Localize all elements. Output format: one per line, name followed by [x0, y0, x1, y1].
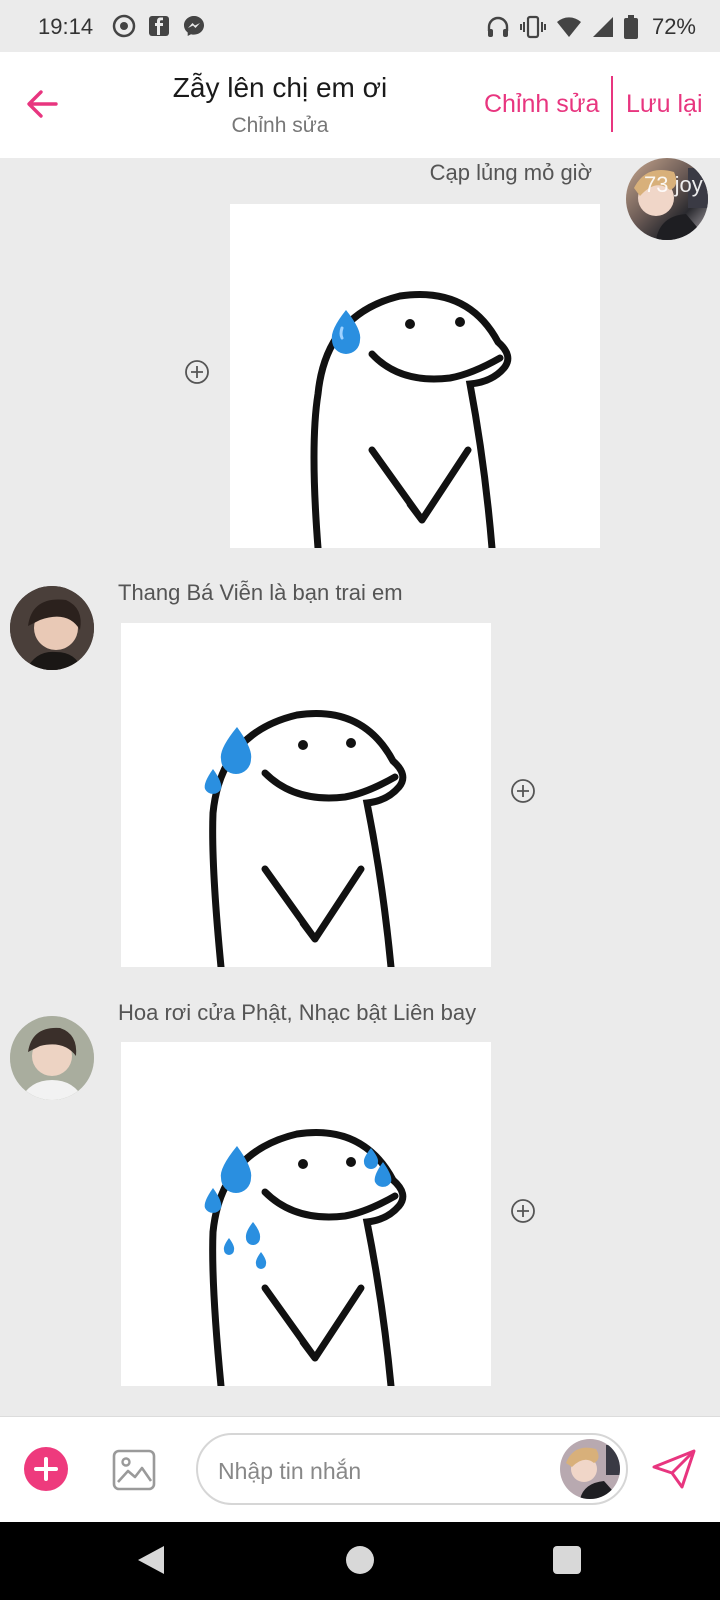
nav-back-icon[interactable] [136, 1544, 166, 1576]
avatar-photo [10, 1016, 94, 1100]
signal-icon [592, 17, 613, 37]
avatar[interactable]: 73 joy [626, 158, 708, 240]
avatar-overlay-text: 73 joy [644, 172, 703, 197]
avatar[interactable] [10, 586, 94, 670]
battery-icon [623, 15, 638, 39]
message-composer [0, 1416, 720, 1523]
image-picker-icon[interactable] [112, 1449, 156, 1491]
eye-icon [112, 14, 136, 38]
status-time: 19:14 [38, 14, 94, 39]
send-icon[interactable] [650, 1447, 698, 1491]
wifi-icon [556, 17, 581, 37]
chat-message-list[interactable]: Cạp lủng mỏ giờ 73 joy Thang Bá Viễn là … [0, 158, 720, 1416]
messenger-icon [184, 16, 204, 36]
message-input[interactable] [216, 1453, 550, 1489]
nav-home-icon[interactable] [346, 1546, 374, 1574]
add-attachment-button[interactable] [24, 1447, 68, 1491]
add-reaction-icon[interactable] [510, 1198, 536, 1224]
page-title: Zẫy lên chị em ơi [172, 72, 388, 103]
message-input-wrapper [196, 1433, 628, 1505]
system-nav-bar [0, 1522, 720, 1600]
save-button[interactable]: Lưu lại [626, 90, 703, 119]
plus-icon [34, 1457, 58, 1481]
message-sender-name: Cạp lủng mỏ giờ [429, 160, 592, 185]
sticker-image[interactable] [121, 623, 491, 967]
status-right-icons: 72% [486, 14, 696, 40]
facebook-icon [149, 16, 169, 36]
add-reaction-icon[interactable] [510, 778, 536, 804]
battery-percent: 72% [651, 14, 696, 39]
avatar-photo [560, 1439, 620, 1499]
message-sender-name: Thang Bá Viễn là bạn trai em [118, 580, 403, 605]
status-left-icons [112, 14, 206, 38]
avatar[interactable] [10, 1016, 94, 1100]
avatar[interactable] [560, 1439, 620, 1499]
message-sender-name: Hoa rơi cửa Phật, Nhạc bật Liên bay [118, 1000, 477, 1025]
avatar-photo [10, 586, 94, 670]
headphones-icon [487, 16, 509, 37]
sticker-image[interactable] [230, 204, 600, 548]
edit-button[interactable]: Chỉnh sửa [484, 90, 599, 119]
add-reaction-icon[interactable] [184, 359, 210, 385]
chat-header: Zẫy lên chị em ơi Chỉnh sửa Chỉnh sửa Lư… [0, 52, 720, 158]
nav-recent-apps-icon[interactable] [553, 1546, 581, 1574]
vibrate-icon [519, 15, 546, 39]
sticker-image[interactable] [121, 1042, 491, 1386]
status-bar: 19:14 72% [0, 0, 720, 52]
header-divider [611, 76, 613, 132]
avatar-photo [634, 168, 708, 240]
page-subtitle: Chỉnh sửa [231, 114, 329, 137]
